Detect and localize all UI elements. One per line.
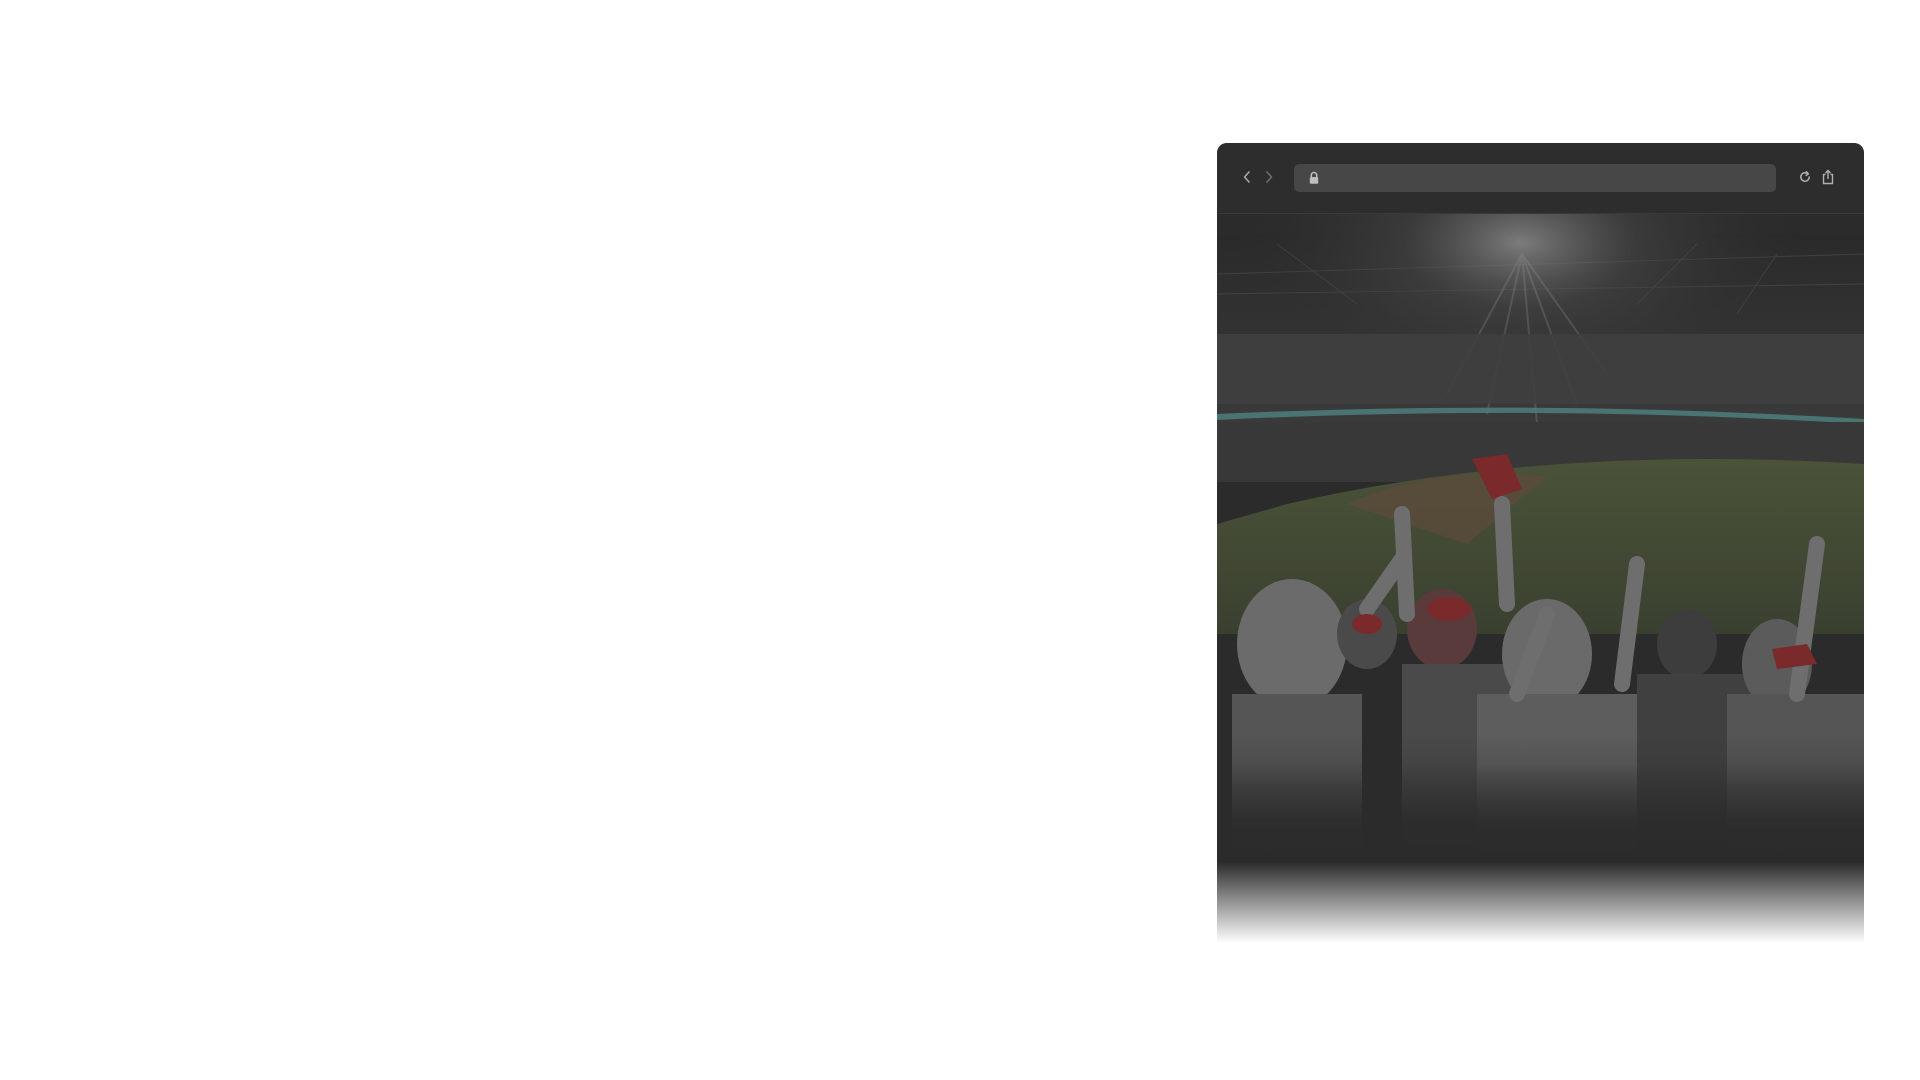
page-content (1217, 214, 1864, 943)
chevron-left-icon (1243, 171, 1250, 183)
address-bar[interactable] (1294, 164, 1776, 194)
chevron-right-icon (1266, 171, 1273, 183)
content-bottom-fade (1217, 763, 1864, 943)
lock-icon (1309, 171, 1319, 184)
share-button[interactable] (1817, 166, 1839, 188)
reload-button[interactable] (1794, 166, 1816, 188)
forward-button[interactable] (1259, 167, 1279, 187)
reload-icon (1800, 171, 1810, 182)
back-button[interactable] (1237, 167, 1257, 187)
share-icon (1822, 169, 1834, 185)
url-input[interactable] (1328, 164, 1762, 194)
browser-toolbar (1217, 143, 1864, 214)
browser-window (1217, 143, 1864, 943)
